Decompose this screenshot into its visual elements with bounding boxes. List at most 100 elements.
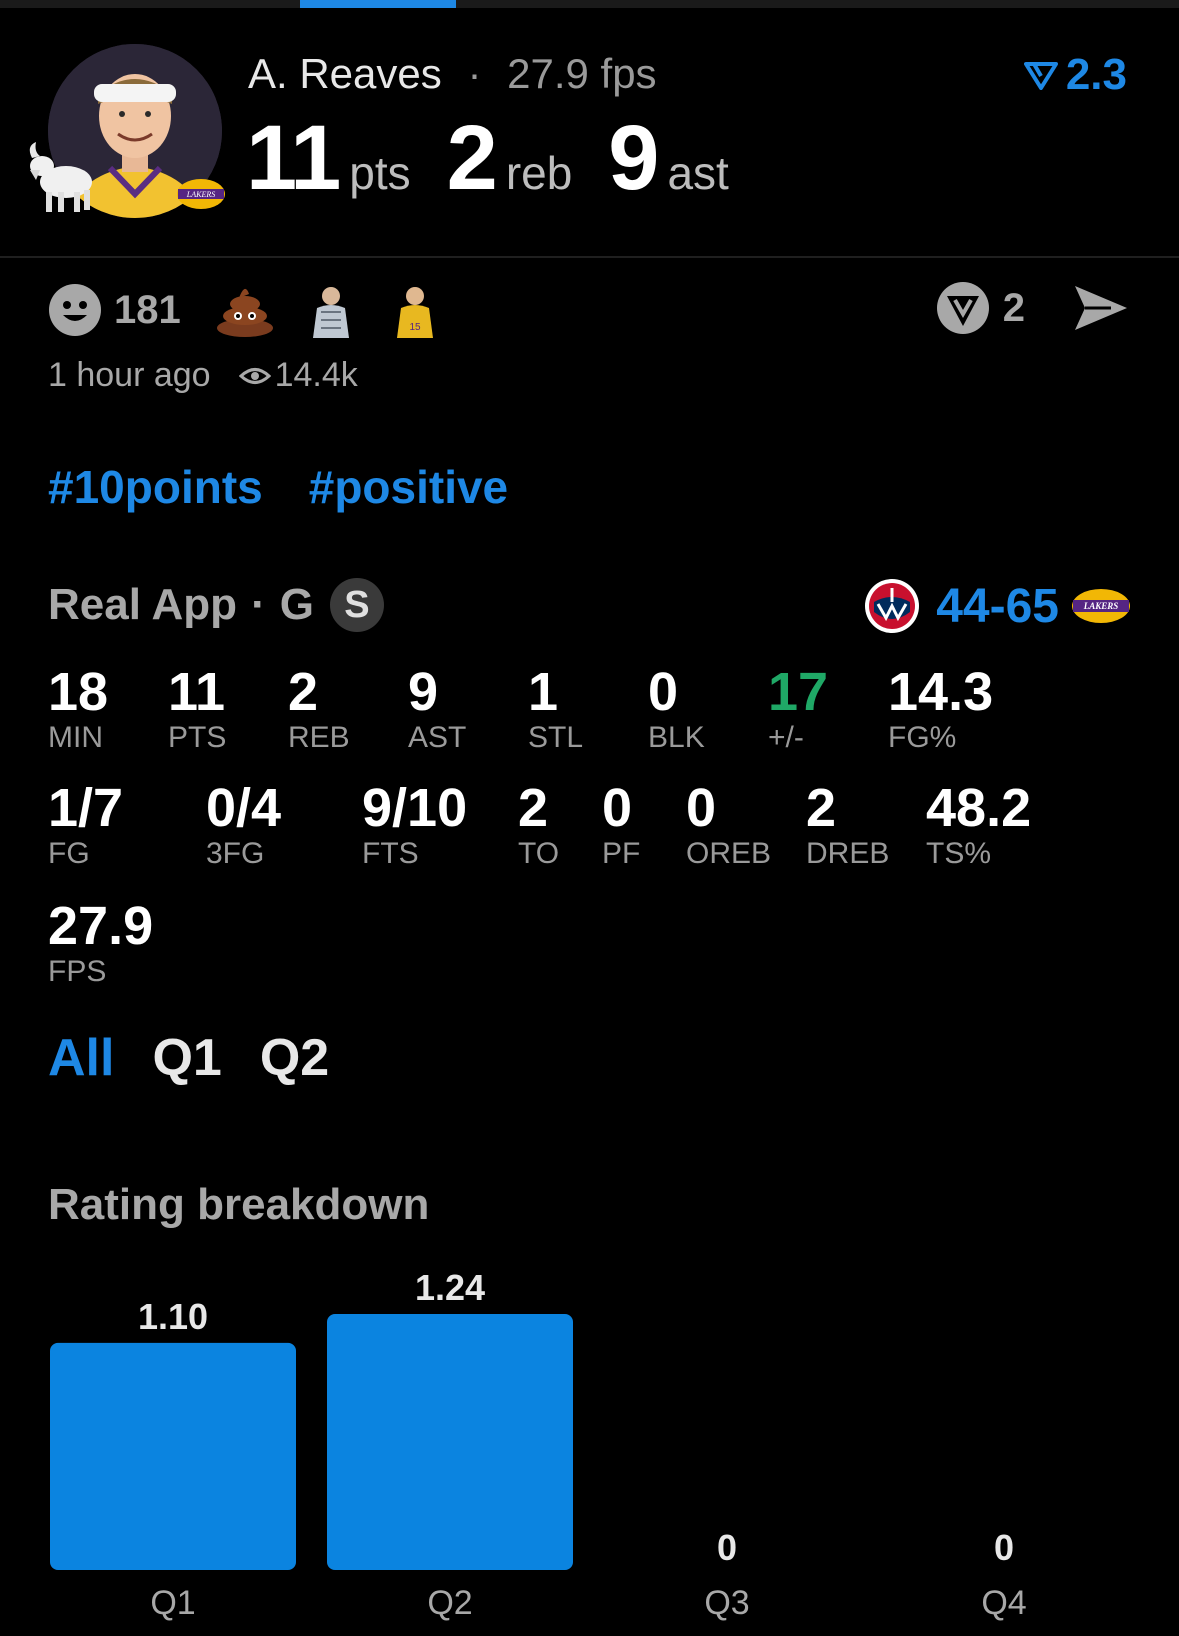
player-name[interactable]: A. Reaves <box>248 50 442 97</box>
stat-value: 2 <box>288 662 319 722</box>
wizards-logo-icon <box>865 579 920 633</box>
stat-label: TS% <box>926 837 992 870</box>
source-name: Real App <box>48 580 238 629</box>
stat-cell: 0/4 3FG <box>206 780 281 872</box>
stat-cell: 14.3 FG% <box>888 664 993 756</box>
plus-minus-value: 17 <box>768 662 829 722</box>
post-actions: 2 <box>935 280 1131 336</box>
stat-label: TO <box>518 837 560 870</box>
active-tab-indicator <box>300 0 456 8</box>
player-sticker-icon[interactable]: 15 <box>387 282 443 338</box>
stat-label: 3FG <box>206 837 265 870</box>
stat-value: 1/7 <box>48 778 124 838</box>
ast-unit: ast <box>667 147 729 199</box>
stat-label: FG% <box>888 721 957 754</box>
category-tick-label: Q3 <box>704 1584 749 1622</box>
stat-cell: 27.9 FPS <box>48 898 153 990</box>
bar-value-label: 0 <box>717 1527 737 1568</box>
rating-bar-q1 <box>50 1342 296 1570</box>
separator-dot: · <box>251 580 266 629</box>
stat-label: BLK <box>648 721 705 754</box>
eye-icon <box>238 367 271 384</box>
hashtag-10points[interactable]: #10points <box>48 461 263 513</box>
game-score[interactable]: 44-65 LAKERS <box>864 578 1131 634</box>
stat-cell: 9 AST <box>408 664 466 756</box>
post-meta: 1 hour ago 14.4k <box>48 356 358 395</box>
tab-q1[interactable]: Q1 <box>152 1028 221 1088</box>
stat-label: OREB <box>686 837 772 870</box>
time-ago: 1 hour ago <box>48 356 211 394</box>
pts-value: 11 <box>246 107 341 209</box>
stat-cell: 2 TO <box>518 780 559 872</box>
stat-value: 0 <box>602 778 633 838</box>
bar-value-label: 1.24 <box>415 1267 485 1308</box>
svg-text:LAKERS: LAKERS <box>1083 601 1119 611</box>
stat-label: PF <box>602 837 641 870</box>
v-vote-count[interactable]: 2 <box>1003 286 1025 331</box>
stat-label: FPS <box>48 955 107 988</box>
tab-q2[interactable]: Q2 <box>260 1028 329 1088</box>
reb-unit: reb <box>505 147 573 199</box>
stat-value: 2 <box>806 778 837 838</box>
stat-cell: 2 DREB <box>806 780 889 872</box>
hashtag-positive[interactable]: #positive <box>309 461 508 513</box>
stat-value: 48.2 <box>926 778 1032 838</box>
player-sticker-icon[interactable] <box>303 282 359 338</box>
lakers-logo-icon: LAKERS <box>1072 589 1130 623</box>
header-divider <box>0 256 1179 258</box>
stat-label: DREB <box>806 837 890 870</box>
stat-label: +/- <box>768 721 804 754</box>
ast-value: 9 <box>608 107 659 209</box>
pts-unit: pts <box>349 147 411 199</box>
hashtag-list: #10points #positive <box>48 460 554 514</box>
stat-value: 2 <box>518 778 549 838</box>
stat-label: AST <box>408 721 467 754</box>
svg-text:15: 15 <box>409 322 421 333</box>
bar-value-label: 1.10 <box>138 1296 208 1337</box>
rating-value: 2.3 <box>1065 50 1127 99</box>
tab-all[interactable]: All <box>48 1028 114 1088</box>
stat-label: PTS <box>168 721 227 754</box>
player-position: G <box>279 580 314 629</box>
stat-value: 9 <box>408 662 439 722</box>
stat-cell: 0 OREB <box>686 780 771 872</box>
category-tick-label: Q1 <box>150 1584 195 1622</box>
period-tabs: All Q1 Q2 <box>48 1028 329 1088</box>
stat-label: FG <box>48 837 90 870</box>
stat-value: 27.9 <box>48 896 154 956</box>
v-vote-icon[interactable] <box>935 280 991 336</box>
stat-value: 14.3 <box>888 662 994 722</box>
rating-v-icon <box>1023 62 1058 90</box>
reb-value: 2 <box>446 107 498 209</box>
send-icon[interactable] <box>1071 282 1131 334</box>
category-tick-label: Q4 <box>981 1584 1026 1622</box>
category-tick-label: Q2 <box>427 1584 472 1622</box>
stat-label: STL <box>528 721 584 754</box>
headline-statline: 11 pts 2 reb 9 ast <box>246 106 765 211</box>
stat-value: 18 <box>48 662 109 722</box>
stat-cell: 1 STL <box>528 664 583 756</box>
poop-emoji-icon[interactable] <box>215 282 275 338</box>
goat-icon <box>29 142 92 212</box>
stat-value: 1 <box>528 662 559 722</box>
stat-value: 0 <box>648 662 679 722</box>
stat-value: 0/4 <box>206 778 282 838</box>
stat-label: MIN <box>48 721 103 754</box>
fps-text: 27.9 fps <box>507 50 657 97</box>
stat-cell: 11 PTS <box>168 664 226 756</box>
stat-cell: 1/7 FG <box>48 780 123 872</box>
view-count: 14.4k <box>274 356 358 394</box>
stat-value: 9/10 <box>362 778 468 838</box>
separator-dot: · <box>467 50 482 97</box>
stat-cell: 0 BLK <box>648 664 705 756</box>
player-rating[interactable]: 2.3 <box>1023 50 1127 100</box>
bar-value-label: 0 <box>994 1527 1014 1568</box>
starter-badge: S <box>329 578 384 632</box>
score-value: 44-65 <box>936 579 1059 633</box>
stat-cell: 48.2 TS% <box>926 780 1031 872</box>
reaction-count[interactable]: 181 <box>114 288 181 333</box>
smile-icon[interactable] <box>48 283 102 337</box>
lakers-logo-icon: LAKERS <box>177 179 225 209</box>
top-tab-indicator-bar <box>0 0 1179 8</box>
reactions-row: 181 15 <box>48 282 471 338</box>
